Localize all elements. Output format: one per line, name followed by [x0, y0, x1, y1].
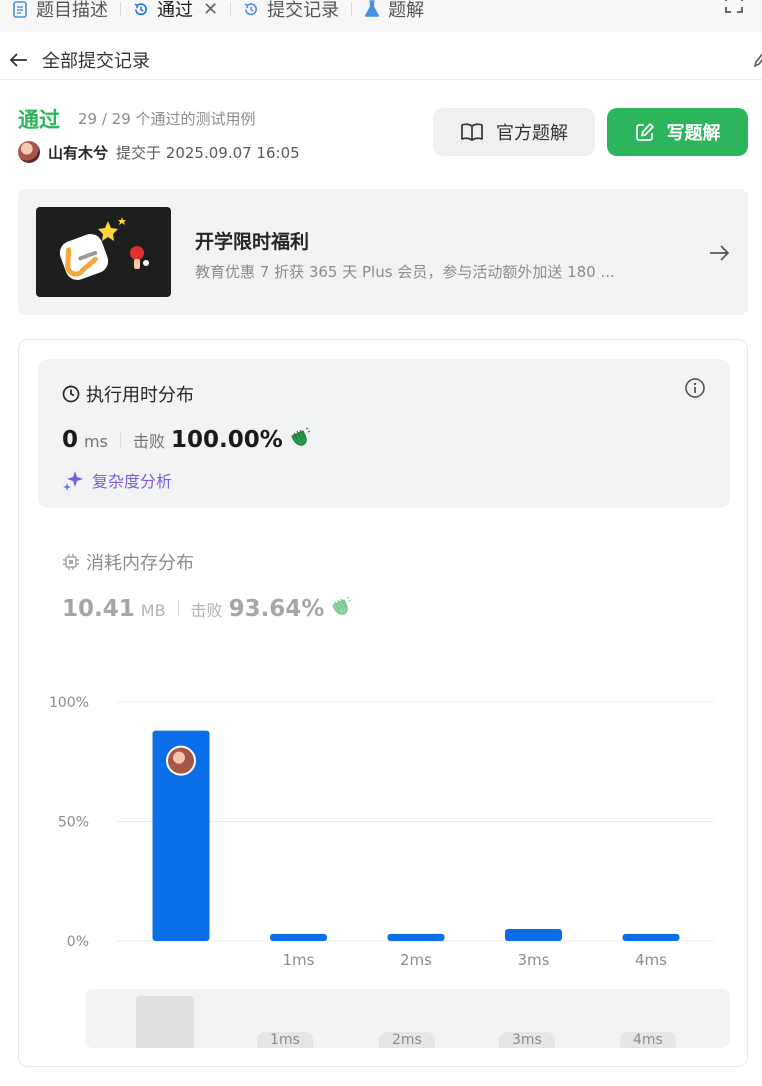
flask-icon [364, 0, 380, 18]
clap-icon [291, 427, 311, 446]
runtime-title: 执行用时分布 [62, 381, 194, 407]
avatar[interactable] [18, 141, 40, 163]
tab-bar: 题目描述 通过 ✕ 提交记录 题解 [0, 0, 762, 32]
promo-banner[interactable]: 开学限时福利 教育优惠 7 折获 365 天 Plus 会员，参与活动额外加送 … [18, 189, 748, 315]
overview-highlight-bar [136, 996, 194, 1048]
back-arrow-icon[interactable] [8, 49, 30, 71]
clap-icon [332, 596, 352, 615]
tab-solutions[interactable]: 题解 [364, 0, 424, 25]
history-icon [133, 0, 149, 18]
arrow-right-icon[interactable] [708, 242, 730, 264]
promo-title: 开学限时福利 [195, 231, 310, 253]
tab-label: 题目描述 [36, 0, 108, 21]
tab-divider [230, 2, 232, 16]
tab-label: 题解 [388, 0, 425, 21]
runtime-value: 0 [62, 427, 79, 453]
tab-divider [351, 2, 353, 16]
memory-title-text: 消耗内存分布 [86, 553, 194, 574]
overview-label: 2ms [379, 1032, 435, 1048]
write-solution-label: 写题解 [666, 123, 721, 144]
x-tick-label: 3ms [518, 951, 550, 969]
overview-label: 1ms [257, 1032, 313, 1048]
performance-card: 执行用时分布 0 ms 击败 100.00% 复杂度分析 消耗内存分布 10.4… [18, 339, 748, 1067]
submission-author: 山有木兮 提交于 2025.09.07 16:05 [18, 141, 300, 163]
memory-unit: MB [140, 601, 166, 620]
divider [177, 600, 179, 616]
bar[interactable] [622, 933, 680, 941]
clock-icon [62, 385, 80, 403]
status-label: 通过 [18, 108, 60, 132]
tab-label: 提交记录 [267, 0, 340, 21]
tab-submissions[interactable]: 提交记录 [243, 0, 339, 25]
overview-label: 4ms [620, 1032, 676, 1048]
y-tick-label: 0% [67, 934, 89, 950]
tab-description[interactable]: 题目描述 [12, 0, 108, 25]
test-cases-count: 29 / 29 个通过的测试用例 [78, 110, 256, 128]
bar[interactable] [387, 933, 445, 941]
divider [119, 431, 121, 447]
bar[interactable] [270, 933, 327, 941]
x-tick-label: 2ms [400, 951, 432, 969]
memory-percent: 93.64% [228, 596, 325, 622]
official-solution-button[interactable]: 官方题解 [433, 108, 595, 156]
promo-image [36, 207, 171, 297]
bar[interactable] [505, 929, 562, 941]
edit-icon[interactable] [752, 50, 762, 68]
memory-value: 10.41 [62, 596, 135, 622]
complexity-analysis-link[interactable]: 复杂度分析 [62, 468, 172, 492]
y-tick-label: 100% [49, 695, 89, 711]
memory-title[interactable]: 消耗内存分布 [62, 549, 194, 575]
submission-header: 全部提交记录 [0, 40, 762, 80]
runtime-unit: ms [84, 432, 108, 451]
close-icon[interactable]: ✕ [203, 0, 218, 20]
avatar-face [173, 751, 185, 764]
info-icon[interactable] [684, 377, 706, 399]
tab-accepted[interactable]: 通过 ✕ [133, 0, 218, 25]
author-name[interactable]: 山有木兮 [48, 142, 108, 163]
y-tick-label: 50% [58, 815, 89, 831]
chip-icon [63, 554, 79, 570]
official-solution-label: 官方题解 [496, 123, 568, 144]
overview-label: 3ms [499, 1032, 555, 1048]
fullscreen-icon[interactable] [724, 0, 744, 14]
tab-label: 通过 [157, 0, 193, 21]
runtime-values: 0 ms 击败 100.00% [62, 427, 311, 453]
beat-label: 击败 [190, 601, 223, 620]
book-icon [461, 123, 483, 141]
runtime-distribution-chart: 0% 50% 100% 1ms 2ms 3ms 4ms [49, 695, 714, 969]
chart-overview-scrollbar[interactable]: 1ms 2ms 3ms 4ms [85, 989, 730, 1048]
history-icon [243, 0, 259, 18]
beat-label: 击败 [132, 432, 165, 451]
submitted-time: 提交于 2025.09.07 16:05 [116, 143, 300, 162]
runtime-percent: 100.00% [170, 427, 283, 453]
all-submissions-link[interactable]: 全部提交记录 [42, 47, 150, 73]
runtime-title-text: 执行用时分布 [86, 385, 194, 406]
complexity-label: 复杂度分析 [92, 472, 173, 491]
memory-values: 10.41 MB 击败 93.64% [62, 596, 352, 622]
write-solution-button[interactable]: 写题解 [607, 108, 748, 156]
document-icon [12, 0, 28, 18]
promo-description: 教育优惠 7 折获 365 天 Plus 会员，参与活动额外加送 180 ... [195, 263, 615, 281]
edit-icon [635, 123, 654, 141]
sparkle-icon [63, 471, 83, 491]
x-tick-label: 4ms [635, 951, 667, 969]
tab-divider [120, 2, 121, 16]
x-tick-label: 1ms [283, 951, 315, 969]
runtime-panel[interactable]: 执行用时分布 0 ms 击败 100.00% 复杂度分析 [38, 359, 730, 508]
